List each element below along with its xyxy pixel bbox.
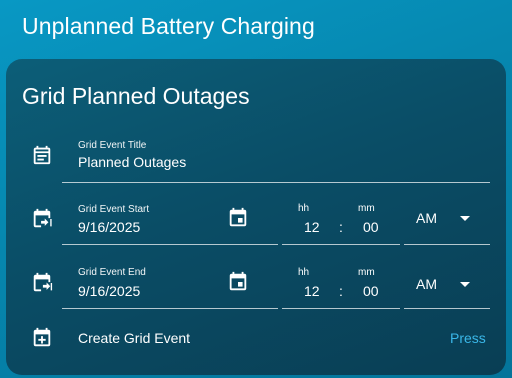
event-start-ampm-select[interactable]: AM — [404, 199, 490, 245]
hh-label: hh — [298, 267, 310, 278]
time-separator: : — [339, 219, 343, 235]
chevron-down-icon — [460, 282, 470, 287]
ampm-value: AM — [416, 210, 437, 226]
event-title-label: Grid Event Title — [78, 140, 147, 151]
event-title-value: Planned Outages — [78, 154, 187, 170]
calendar-plus-icon — [31, 327, 53, 349]
calendar-picker-icon[interactable] — [227, 271, 249, 293]
event-end-date-value: 9/16/2025 — [78, 283, 141, 299]
hour-value[interactable]: 12 — [304, 219, 320, 235]
calendar-start-icon — [31, 208, 53, 230]
page-title: Unplanned Battery Charging — [22, 13, 315, 39]
chevron-down-icon — [460, 216, 470, 221]
mm-label: mm — [358, 267, 375, 278]
event-end-label: Grid Event End — [78, 267, 146, 278]
event-start-time-field[interactable]: hh mm 12 : 00 — [282, 199, 400, 245]
minute-value[interactable]: 00 — [363, 283, 379, 299]
create-grid-event-label: Create Grid Event — [78, 330, 191, 346]
event-start-date-value: 9/16/2025 — [78, 219, 141, 235]
hh-label: hh — [298, 203, 310, 214]
event-end-ampm-select[interactable]: AM — [404, 263, 490, 309]
event-title-field[interactable]: Grid Event Title Planned Outages — [62, 137, 490, 183]
calendar-end-icon — [31, 272, 53, 294]
mm-label: mm — [358, 203, 375, 214]
hour-value[interactable]: 12 — [304, 283, 320, 299]
grid-outages-card: Grid Planned Outages Grid Event Title Pl… — [6, 59, 506, 375]
calendar-text-icon — [31, 144, 53, 166]
ampm-value: AM — [416, 276, 437, 292]
time-separator: : — [339, 283, 343, 299]
calendar-picker-icon[interactable] — [227, 207, 249, 229]
minute-value[interactable]: 00 — [363, 219, 379, 235]
event-start-label: Grid Event Start — [78, 204, 150, 215]
card-title: Grid Planned Outages — [22, 83, 250, 109]
event-end-time-field[interactable]: hh mm 12 : 00 — [282, 263, 400, 309]
create-grid-event-button[interactable]: Press — [450, 330, 486, 346]
